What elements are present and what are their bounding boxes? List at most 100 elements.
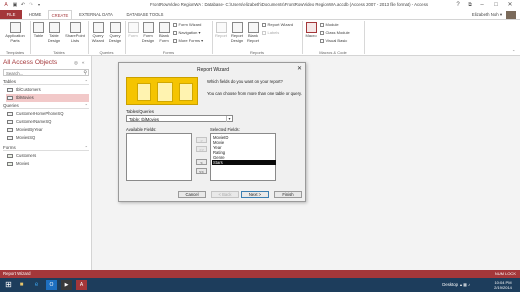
query-object-icon	[7, 135, 13, 140]
nav-section-forms[interactable]: Forms ⌃	[3, 144, 89, 151]
form-button[interactable]: Form	[127, 22, 139, 39]
user-dropdown-icon: ▾	[499, 12, 502, 17]
nav-menu-chevron-icon[interactable]: ◎	[74, 60, 78, 66]
report-wizard-icon	[262, 22, 266, 27]
nav-item-tblcustomers[interactable]: tblCustomers	[6, 86, 89, 94]
tab-database-tools[interactable]: DATABASE TOOLS	[120, 10, 170, 19]
more-forms-button[interactable]: More Forms ▾	[173, 38, 203, 43]
nav-item-customerhomephonesq[interactable]: CustomerHomePhoneSQ	[6, 110, 89, 118]
labels-button[interactable]: Labels	[262, 30, 279, 35]
group-label-tables: Tables	[53, 50, 65, 55]
class-module-icon	[320, 30, 324, 35]
query-wizard-button[interactable]: Query Wizard	[90, 22, 106, 43]
remove-field-button[interactable]: <	[196, 159, 207, 165]
access-taskbar-icon[interactable]: A	[76, 280, 87, 290]
minimize-button[interactable]: –	[476, 1, 488, 9]
class-module-button[interactable]: Class Module	[320, 30, 350, 35]
nav-section-queries[interactable]: Queries ⌃	[3, 102, 89, 109]
application-parts-button[interactable]: Application Parts	[3, 22, 27, 43]
cancel-button[interactable]: Cancel	[178, 191, 206, 198]
outlook-icon[interactable]: O	[46, 280, 57, 290]
report-button[interactable]: Report	[214, 22, 228, 39]
wizard-illustration	[126, 77, 198, 105]
chevron-down-icon: ▾	[226, 116, 232, 122]
table-design-button[interactable]: Table Design	[46, 22, 62, 43]
help-button[interactable]: ?	[452, 1, 464, 9]
ribbon-tabs: FILE HOME CREATE EXTERNAL DATA DATABASE …	[0, 10, 520, 19]
tab-create[interactable]: CREATE	[48, 10, 72, 19]
nav-item-tblmovies[interactable]: tblMovies	[6, 94, 89, 102]
blank-report-button[interactable]: Blank Report	[246, 22, 260, 43]
tab-home[interactable]: HOME	[24, 10, 46, 19]
list-item-selected[interactable]: Stars	[212, 160, 276, 165]
media-app-icon[interactable]: ▶	[61, 280, 72, 290]
access-app-icon: A	[4, 2, 8, 8]
query-design-button[interactable]: Query Design	[107, 22, 123, 43]
dialog-title: Report Wizard	[197, 67, 229, 73]
qat-customize-icon[interactable]: ▾	[36, 2, 42, 8]
internet-explorer-icon[interactable]: e	[31, 280, 42, 290]
tables-queries-select[interactable]: Table: tblMovies ▾	[126, 115, 233, 122]
user-account[interactable]: Elizabeth Noh ▾	[472, 11, 502, 19]
query-object-icon	[7, 111, 13, 116]
file-explorer-icon[interactable]: ■	[16, 280, 27, 290]
title-bar: A ▣ ↶ ↷ ▾ FrontRowVideo RegionWA : Datab…	[0, 0, 520, 10]
tray-icons[interactable]: ▴ ▦ ♪	[460, 278, 470, 292]
query-object-icon	[7, 127, 13, 132]
num-lock-indicator: NUM LOCK	[494, 271, 516, 276]
table-object-icon	[7, 95, 13, 100]
form-wizard-button[interactable]: Form Wizard	[173, 22, 201, 27]
save-icon[interactable]: ▣	[12, 2, 18, 8]
module-icon	[320, 22, 324, 27]
remove-all-fields-button[interactable]: <<	[196, 168, 207, 174]
nav-item-moviesbyyear[interactable]: MoviesByYear	[6, 126, 89, 134]
collapse-section-icon: ⌃	[84, 79, 88, 84]
taskbar-clock[interactable]: 10:04 PM 2/19/2014	[492, 280, 514, 290]
nav-pane-title[interactable]: All Access Objects	[3, 59, 57, 66]
tab-file[interactable]: FILE	[0, 10, 22, 19]
available-fields-list[interactable]	[126, 133, 192, 181]
status-text: Report Wizard	[3, 271, 31, 276]
group-label-reports: Reports	[249, 50, 264, 55]
next-button[interactable]: Next >	[241, 191, 269, 198]
ribbon-display-button[interactable]: ⧉	[464, 1, 476, 9]
visual-basic-button[interactable]: Visual Basic	[320, 38, 347, 43]
form-design-button[interactable]: Form Design	[140, 22, 156, 43]
nav-section-tables[interactable]: Tables ⌃	[3, 78, 89, 85]
finish-button[interactable]: Finish	[274, 191, 302, 198]
taskbar: ⊞ ■ e O ▶ A Desktop ▴ ▦ ♪ 10:04 PM 2/19/…	[0, 278, 520, 292]
navigation-button[interactable]: Navigation ▾	[173, 30, 201, 35]
nav-item-movies-form[interactable]: Movies	[6, 160, 89, 168]
query-wizard-icon	[92, 22, 104, 33]
undo-icon[interactable]: ↶	[20, 2, 26, 8]
nav-item-moviessq[interactable]: MoviesSQ	[6, 134, 89, 142]
selected-fields-list[interactable]: MovieID Movie Year Rating Genre Stars	[210, 133, 276, 181]
nav-search-input[interactable]: Search... ⚲	[3, 69, 89, 76]
macro-button[interactable]: Macro	[304, 22, 318, 39]
module-button[interactable]: Module	[320, 22, 339, 27]
selected-fields-label: Selected Fields:	[210, 127, 240, 132]
close-window-button[interactable]: ✕	[504, 1, 516, 9]
add-all-fields-button[interactable]: >>	[196, 146, 207, 152]
tab-external-data[interactable]: EXTERNAL DATA	[74, 10, 118, 19]
windows-start-icon[interactable]: ⊞	[3, 280, 14, 290]
nav-item-customernamesq[interactable]: CustomerNameSQ	[6, 118, 89, 126]
form-wizard-icon	[173, 22, 177, 27]
sharepoint-lists-button[interactable]: SharePoint Lists	[63, 22, 87, 43]
add-field-button[interactable]: >	[196, 137, 207, 143]
ribbon-divider	[364, 21, 365, 54]
desktop-toolbar[interactable]: Desktop	[442, 278, 458, 292]
redo-icon[interactable]: ↷	[28, 2, 34, 8]
blank-form-button[interactable]: Blank Form	[157, 22, 171, 43]
shutter-bar-close-icon[interactable]: «	[82, 60, 85, 65]
navigation-pane: All Access Objects ◎ « Search... ⚲ Table…	[0, 56, 92, 270]
report-design-button[interactable]: Report Design	[229, 22, 245, 43]
nav-item-customers-form[interactable]: Customers	[6, 152, 89, 160]
maximize-button[interactable]: □	[490, 1, 502, 9]
back-button[interactable]: < Back	[211, 191, 239, 198]
collapse-ribbon-icon[interactable]: ⌃	[512, 49, 515, 54]
dialog-close-button[interactable]: ✕	[296, 66, 303, 73]
report-wizard-button[interactable]: Report Wizard	[262, 22, 293, 27]
user-name: Elizabeth Noh	[471, 12, 499, 17]
table-button[interactable]: Table	[32, 22, 45, 39]
